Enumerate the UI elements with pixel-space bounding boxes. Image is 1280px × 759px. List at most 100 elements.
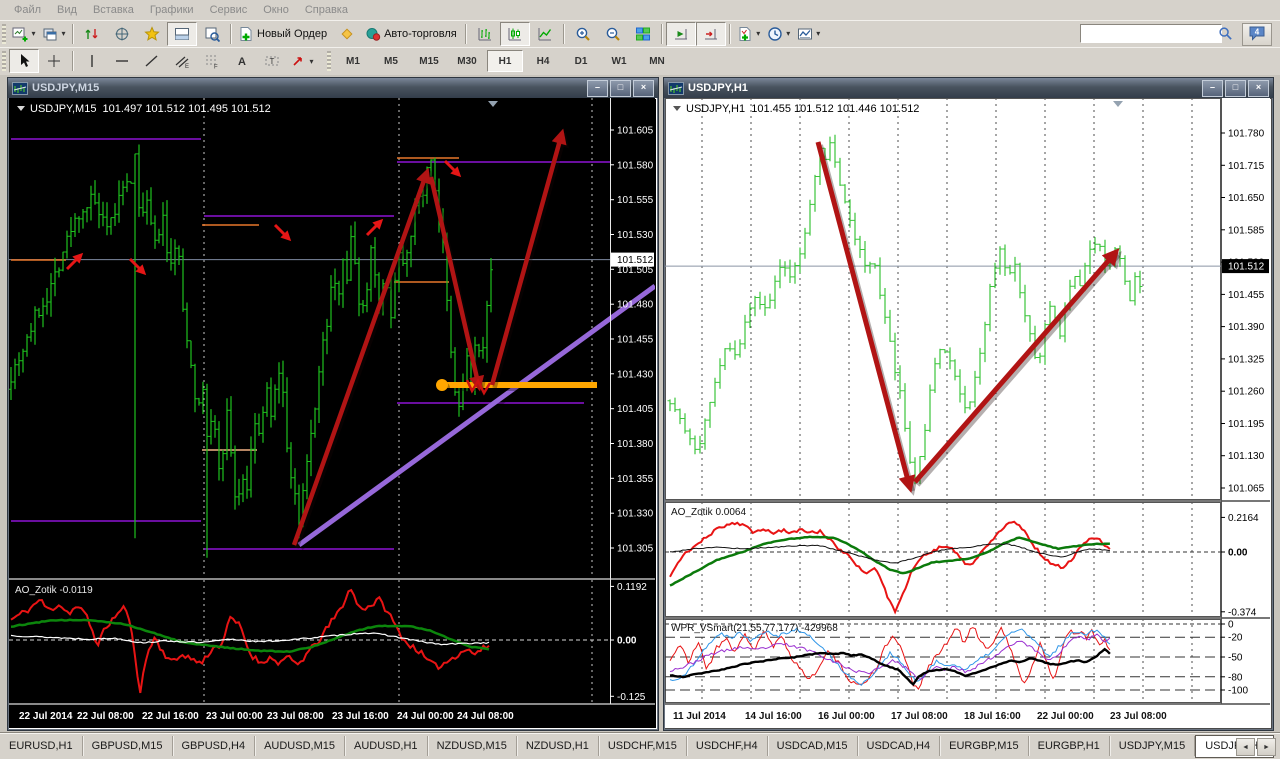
svg-text:101.430: 101.430: [617, 369, 654, 380]
menu-item-сервис[interactable]: Сервис: [202, 2, 256, 18]
indicators-button[interactable]: ▾: [734, 22, 764, 46]
chart-line-button[interactable]: [530, 22, 560, 46]
current-price-badge: 101.512: [1222, 259, 1269, 273]
text-tool-button[interactable]: A: [227, 49, 257, 73]
dropdown-caret-icon[interactable]: ▾: [756, 29, 760, 38]
timeframe-button-m15[interactable]: M15: [411, 50, 447, 72]
vertical-line-tool-button[interactable]: [77, 49, 107, 73]
autoscroll-button[interactable]: [666, 22, 696, 46]
svg-text:101.065: 101.065: [1228, 484, 1265, 495]
timeframe-button-m5[interactable]: M5: [373, 50, 409, 72]
chart-tab-usdjpy-m15[interactable]: USDJPY,M15: [1110, 736, 1195, 756]
dropdown-caret-icon[interactable]: ▾: [61, 29, 65, 38]
timeframe-button-h1[interactable]: H1: [487, 50, 523, 72]
menu-item-графики[interactable]: Графики: [142, 2, 202, 18]
chart-candles-button[interactable]: [500, 22, 530, 46]
svg-text:101.325: 101.325: [1228, 354, 1265, 365]
tile-windows-icon: [635, 26, 651, 42]
svg-text:16 Jul 00:00: 16 Jul 00:00: [818, 711, 875, 722]
dropdown-caret-icon[interactable]: ▾: [31, 29, 35, 38]
chart-bars-button[interactable]: [470, 22, 500, 46]
toolbar-handle[interactable]: [2, 51, 6, 71]
chart-tab-audusd-m15[interactable]: AUDUSD,M15: [255, 736, 345, 756]
svg-text:23 Jul 16:00: 23 Jul 16:00: [332, 711, 389, 722]
chart-shift-button[interactable]: [696, 22, 726, 46]
timeframe-button-m30[interactable]: M30: [449, 50, 485, 72]
chart-area-usdjpy-m15[interactable]: 101.605101.580101.555101.530101.505101.4…: [9, 98, 657, 729]
chart-tab-usdcad-h4[interactable]: USDCAD,H4: [858, 736, 941, 756]
svg-text:101.330: 101.330: [617, 509, 654, 520]
search-input[interactable]: [1080, 24, 1222, 43]
metaeditor-button[interactable]: [332, 22, 362, 46]
equidistant-channel-tool-button[interactable]: E: [167, 49, 197, 73]
trendline-tool-button[interactable]: [137, 49, 167, 73]
chart-area-usdjpy-h1[interactable]: 101.780101.715101.650101.585101.520101.4…: [665, 98, 1272, 729]
tile-windows-button[interactable]: [628, 22, 658, 46]
tab-scroll-left-icon[interactable]: ◄: [1236, 738, 1255, 756]
cursor-tool-button[interactable]: [9, 49, 39, 73]
horizontal-line-tool-button[interactable]: [107, 49, 137, 73]
zoom-in-button[interactable]: [568, 22, 598, 46]
svg-text:F: F: [214, 65, 218, 70]
window-minimize-button[interactable]: –: [587, 80, 608, 97]
search-icon[interactable]: [1216, 25, 1234, 42]
fibonacci-tool-button[interactable]: F: [197, 49, 227, 73]
chart-tab-audusd-h1[interactable]: AUDUSD,H1: [345, 736, 428, 756]
chart-tab-gbpusd-m15[interactable]: GBPUSD,M15: [83, 736, 173, 756]
toolbar-handle[interactable]: [327, 51, 331, 71]
data-window-button[interactable]: [107, 22, 137, 46]
dropdown-caret-icon[interactable]: ▾: [309, 57, 313, 66]
menu-item-справка[interactable]: Справка: [297, 2, 356, 18]
window-maximize-button[interactable]: □: [1225, 80, 1246, 97]
window-close-button[interactable]: ×: [1248, 80, 1269, 97]
window-maximize-button[interactable]: □: [610, 80, 631, 97]
chart-tab-usdcad-m15[interactable]: USDCAD,M15: [768, 736, 858, 756]
label-tool-button[interactable]: T: [257, 49, 287, 73]
zoom-out-button[interactable]: [598, 22, 628, 46]
menu-item-файл[interactable]: Файл: [6, 2, 49, 18]
chart-window-usdjpy-m15[interactable]: USDJPY,M15 – □ × 101.605101.580101.55510…: [7, 77, 659, 731]
navigator-button[interactable]: [137, 22, 167, 46]
window-titlebar[interactable]: USDJPY,M15 – □ ×: [8, 78, 658, 98]
templates-button[interactable]: ▾: [794, 22, 824, 46]
time-axis: 11 Jul 201414 Jul 16:0016 Jul 00:0017 Ju…: [673, 711, 1167, 722]
timeframe-button-d1[interactable]: D1: [563, 50, 599, 72]
timeframe-button-h4[interactable]: H4: [525, 50, 561, 72]
svg-text:101.780: 101.780: [1228, 129, 1265, 140]
chart-tab-eurgbp-h1[interactable]: EURGBP,H1: [1029, 736, 1110, 756]
chart-tab-nzdusd-h1[interactable]: NZDUSD,H1: [517, 736, 599, 756]
arrows-tool-button[interactable]: ▾: [287, 49, 317, 73]
timeframe-button-m1[interactable]: M1: [335, 50, 371, 72]
chart-tab-eurgbp-m15[interactable]: EURGBP,M15: [940, 736, 1029, 756]
chart-tab-gbpusd-h4[interactable]: GBPUSD,H4: [173, 736, 256, 756]
new-order-button[interactable]: Новый Ордер: [235, 22, 332, 46]
chart-tab-usdchf-h4[interactable]: USDCHF,H4: [687, 736, 768, 756]
toolbar-handle[interactable]: [2, 24, 6, 44]
autotrading-button[interactable]: Авто-торговля: [362, 22, 462, 46]
chart-tab-usdchf-m15[interactable]: USDCHF,M15: [599, 736, 687, 756]
new-chart-button[interactable]: ▾: [9, 22, 39, 46]
crosshair-tool-button[interactable]: [39, 49, 69, 73]
periods-button[interactable]: ▾: [764, 22, 794, 46]
menu-item-вставка[interactable]: Вставка: [85, 2, 142, 18]
dropdown-caret-icon[interactable]: ▾: [816, 29, 820, 38]
chart-window-usdjpy-h1[interactable]: USDJPY,H1 – □ × 101.780101.715101.650101…: [663, 77, 1274, 731]
profiles-button[interactable]: ▾: [39, 22, 69, 46]
menu-item-окно[interactable]: Окно: [255, 2, 297, 18]
strategy-tester-button[interactable]: [197, 22, 227, 46]
menu-item-вид[interactable]: Вид: [49, 2, 85, 18]
trendline-icon: [144, 53, 160, 69]
timeframe-button-w1[interactable]: W1: [601, 50, 637, 72]
tab-scroll-right-icon[interactable]: ►: [1257, 738, 1276, 756]
window-close-button[interactable]: ×: [633, 80, 654, 97]
timeframe-button-mn[interactable]: MN: [639, 50, 675, 72]
market-watch-button[interactable]: [77, 22, 107, 46]
notifications-button[interactable]: 4: [1242, 23, 1272, 46]
terminal-button[interactable]: [167, 22, 197, 46]
window-titlebar[interactable]: USDJPY,H1 – □ ×: [664, 78, 1273, 98]
chart-tab-eurusd-h1[interactable]: EURUSD,H1: [0, 736, 83, 756]
vline-icon: [84, 53, 100, 69]
chart-tab-nzdusd-m15[interactable]: NZDUSD,M15: [428, 736, 517, 756]
window-minimize-button[interactable]: –: [1202, 80, 1223, 97]
dropdown-caret-icon[interactable]: ▾: [786, 29, 790, 38]
